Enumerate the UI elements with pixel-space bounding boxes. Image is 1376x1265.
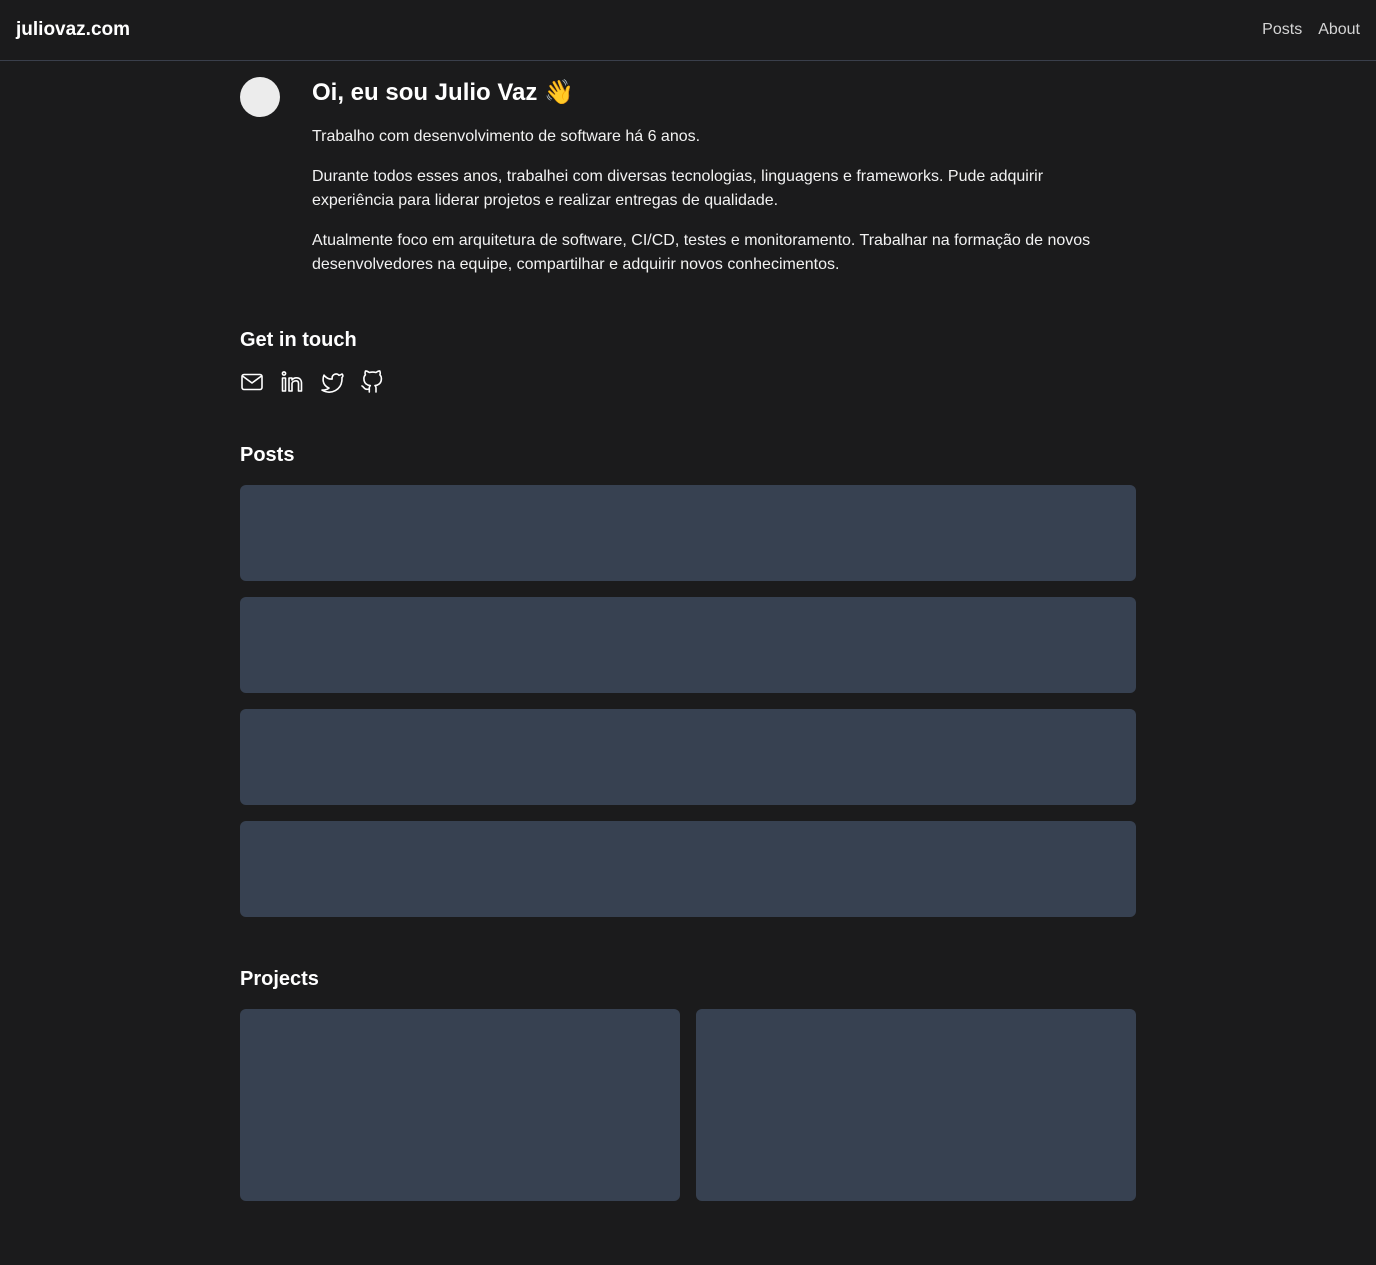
projects-section: Projects: [240, 965, 1136, 1201]
mail-icon[interactable]: [240, 370, 264, 394]
project-card-placeholder[interactable]: [240, 1009, 680, 1201]
site-brand-link[interactable]: juliovaz.com: [16, 19, 130, 41]
projects-title: Projects: [240, 968, 319, 990]
post-card-placeholder[interactable]: [240, 485, 1136, 581]
project-grid: [240, 1009, 1136, 1201]
linkedin-icon[interactable]: [280, 370, 304, 394]
avatar: [240, 77, 280, 117]
nav-link-about[interactable]: About: [1318, 21, 1360, 39]
twitter-icon[interactable]: [320, 370, 344, 394]
nav-link-posts[interactable]: Posts: [1262, 21, 1302, 39]
get-in-touch-title: Get in touch: [240, 329, 357, 351]
intro-paragraph: Trabalho com desenvolvimento de software…: [312, 128, 701, 145]
github-icon[interactable]: [360, 370, 384, 394]
nav-links: Posts About: [1262, 21, 1360, 39]
post-card-placeholder[interactable]: [240, 597, 1136, 693]
intro-paragraph: Durante todos esses anos, trabalhei com …: [312, 168, 1044, 209]
post-list: [240, 485, 1136, 917]
intro-title: Oi, eu sou Julio Vaz 👋: [312, 79, 574, 106]
post-card-placeholder[interactable]: [240, 709, 1136, 805]
post-card-placeholder[interactable]: [240, 821, 1136, 917]
main-content: Oi, eu sou Julio Vaz 👋 Trabalho com dese…: [240, 61, 1136, 1201]
project-card-placeholder[interactable]: [696, 1009, 1136, 1201]
top-navbar: juliovaz.com Posts About: [0, 0, 1376, 61]
get-in-touch-section: Get in touch: [240, 326, 1136, 394]
intro-paragraph: Atualmente foco em arquitetura de softwa…: [312, 232, 1091, 273]
posts-section: Posts: [240, 441, 1136, 917]
social-links: [240, 370, 1136, 394]
intro-section: Oi, eu sou Julio Vaz 👋 Trabalho com dese…: [240, 61, 1136, 277]
intro-text: Oi, eu sou Julio Vaz 👋 Trabalho com dese…: [312, 77, 1102, 277]
posts-title: Posts: [240, 444, 295, 466]
